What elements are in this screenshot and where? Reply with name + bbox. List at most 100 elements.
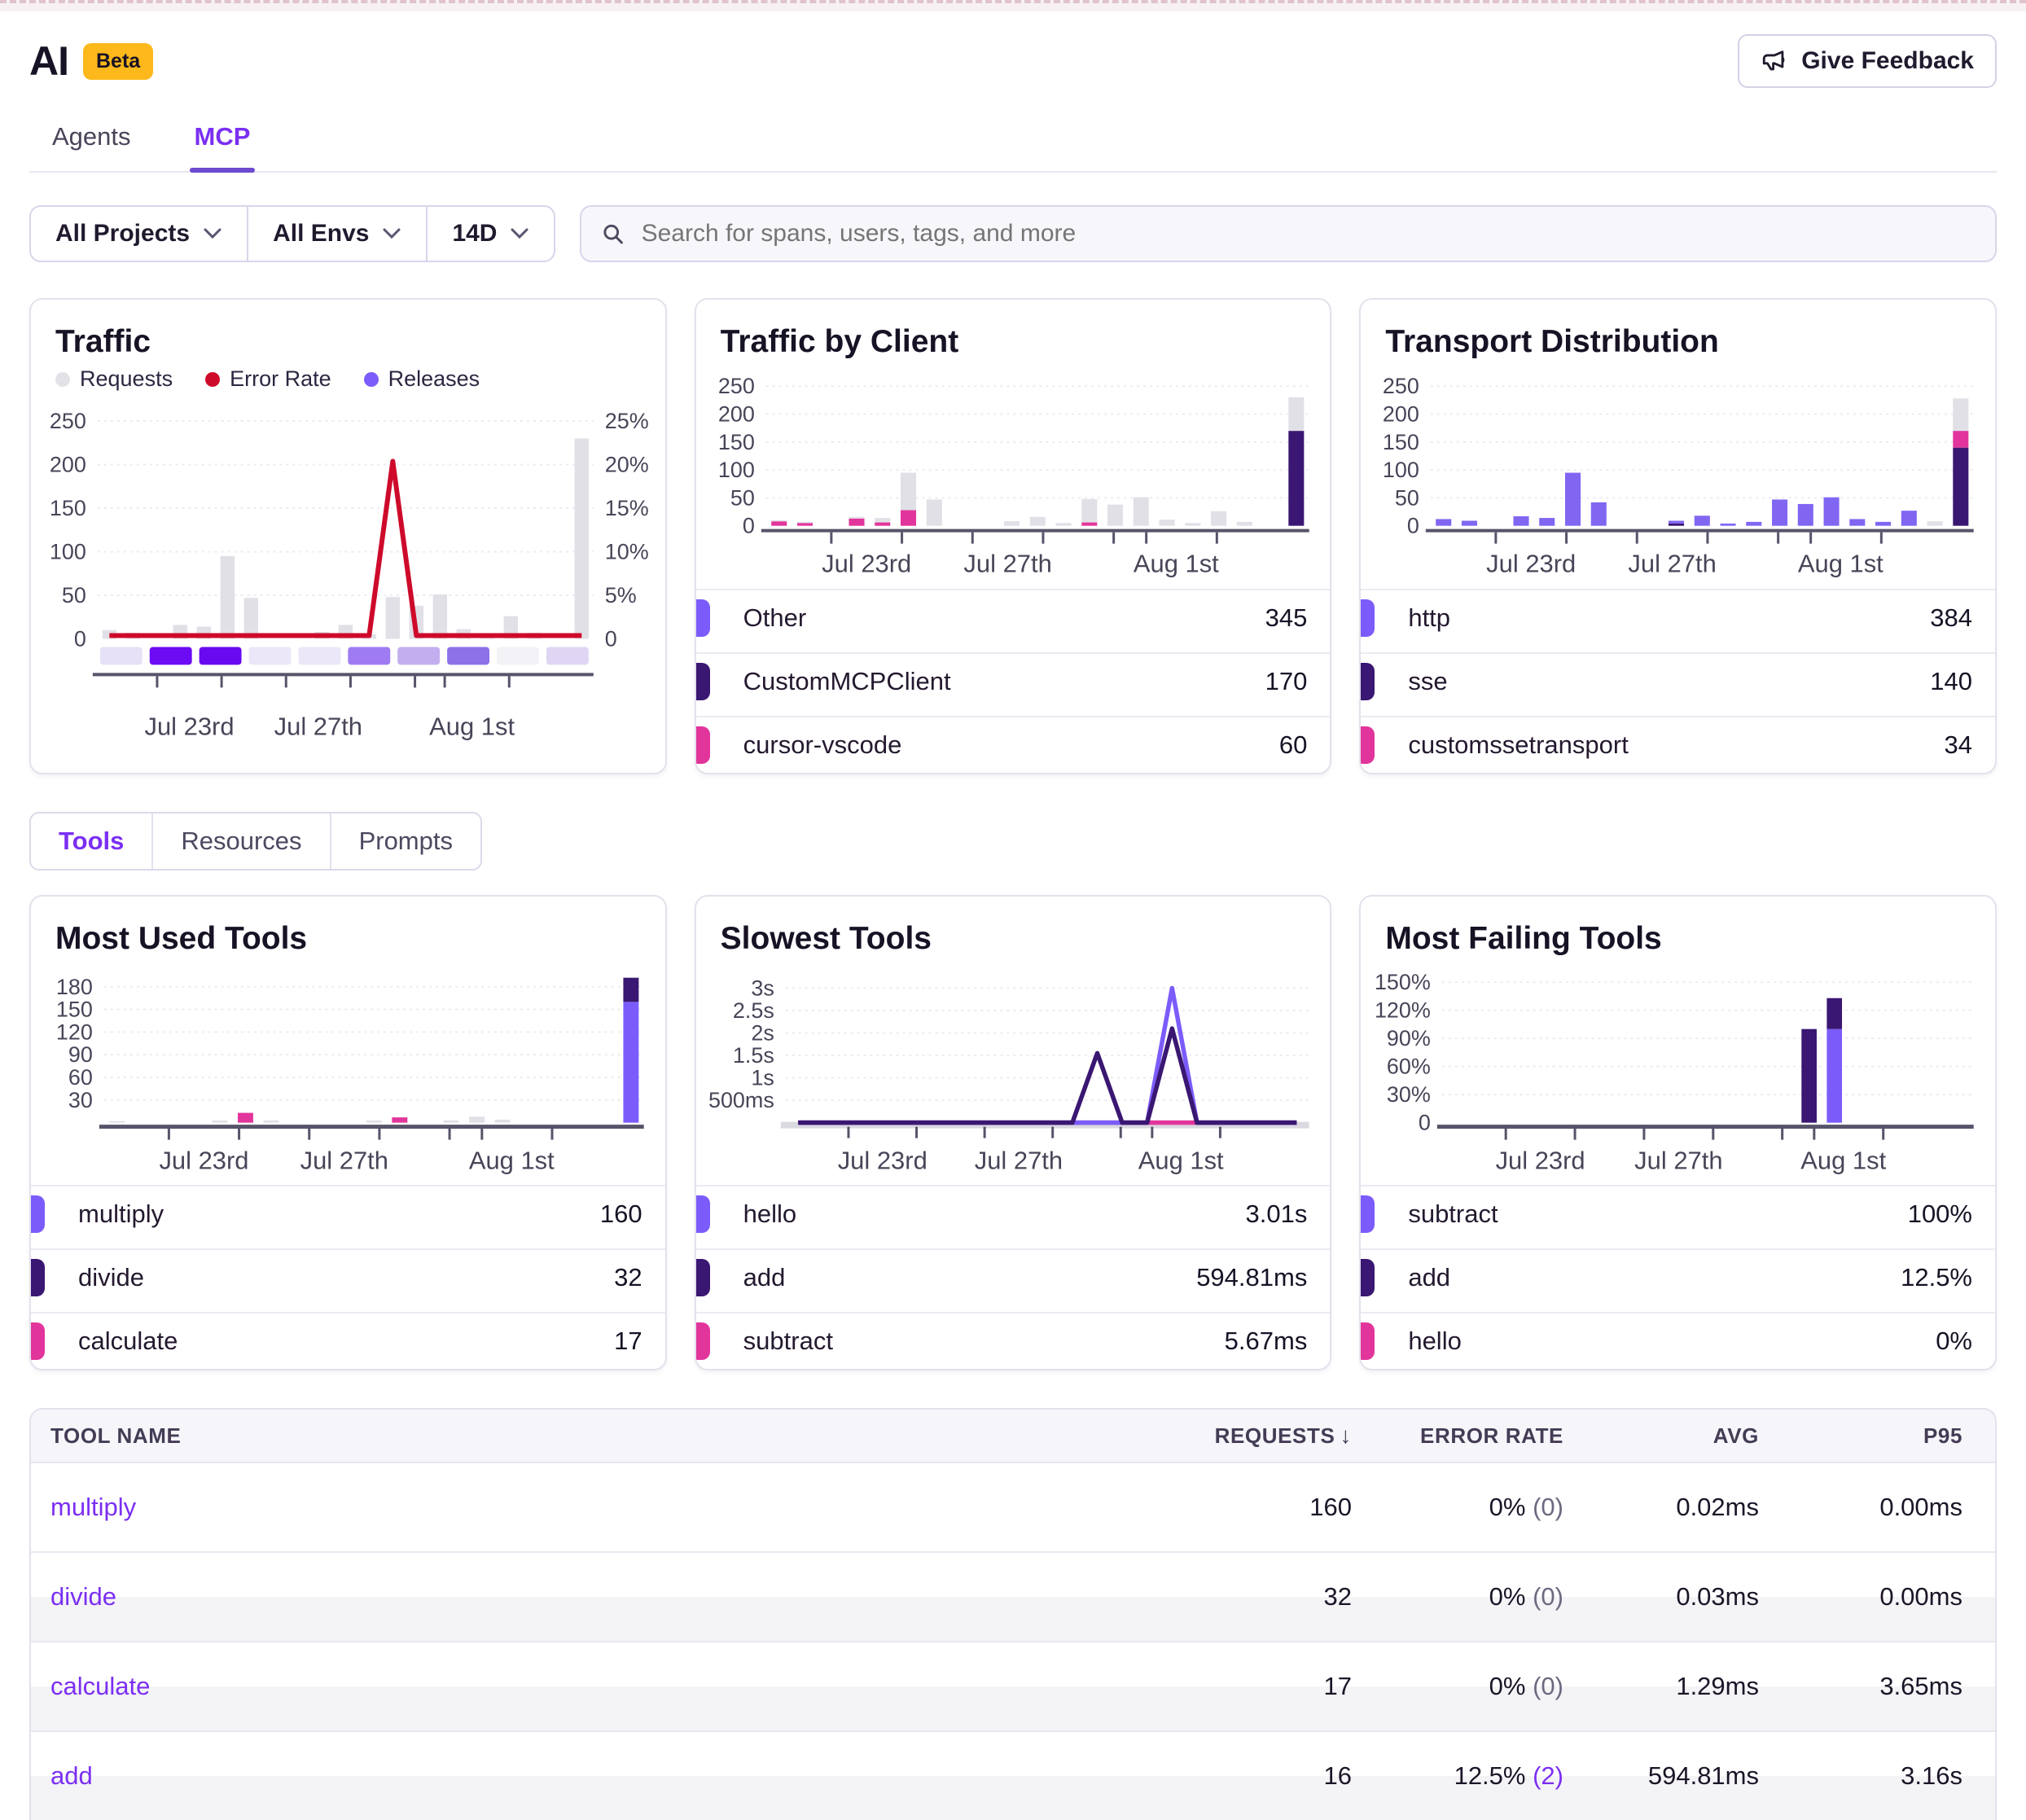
svg-text:5%: 5% (605, 583, 637, 607)
legend-row[interactable]: divide 32 (31, 1248, 665, 1305)
traffic-by-client-legend-list: Other 345 CustomMCPClient 170 cursor-vsc… (696, 589, 1331, 773)
legend-swatch (696, 726, 710, 764)
svg-text:Jul 27th: Jul 27th (974, 1146, 1062, 1174)
tool-name-link[interactable]: divide (50, 1582, 863, 1612)
legend-value: 100% (1908, 1199, 1972, 1229)
col-requests[interactable]: REQUESTS↓ (863, 1423, 1352, 1449)
most-used-tools-legend-list: multiply 160 divide 32 calculate 17 (31, 1185, 665, 1369)
legend-row[interactable]: hello 0% (1361, 1312, 1995, 1369)
legend-row[interactable]: customssetransport 34 (1361, 716, 1995, 773)
legend-label: divide (78, 1263, 144, 1292)
slowest-tools-legend-list: hello 3.01s add 594.81ms subtract 5.67ms (696, 1185, 1331, 1369)
svg-text:1.5s: 1.5s (733, 1043, 774, 1068)
svg-text:60: 60 (68, 1065, 93, 1090)
legend-swatch (1361, 726, 1375, 764)
legend-label: multiply (78, 1199, 164, 1229)
tool-name-link[interactable]: add (50, 1761, 863, 1791)
svg-text:10%: 10% (605, 539, 649, 564)
error-rate-cell: 12.5% (2) (1352, 1761, 1563, 1791)
legend-row[interactable]: subtract 100% (1361, 1185, 1995, 1242)
tool-name-link[interactable]: multiply (50, 1493, 863, 1522)
svg-text:200: 200 (50, 452, 86, 476)
svg-text:60%: 60% (1387, 1054, 1431, 1078)
tools-table-body: multiply 160 0% (0) 0.02ms 0.00ms divide… (31, 1462, 1995, 1820)
legend-label: add (743, 1263, 786, 1292)
traffic-title: Traffic (55, 324, 641, 360)
legend-value: 17 (614, 1327, 642, 1356)
page-title: AI (29, 37, 68, 85)
env-filter-dropdown[interactable]: All Envs (247, 207, 426, 261)
legend-value: 12.5% (1901, 1263, 1972, 1292)
filter-group: All Projects All Envs 14D (29, 205, 555, 262)
transport-distribution-title: Transport Distribution (1385, 324, 1971, 360)
svg-text:200: 200 (718, 402, 755, 427)
beta-badge: Beta (83, 43, 153, 80)
svg-text:100: 100 (1383, 458, 1419, 482)
legend-value: 594.81ms (1196, 1263, 1307, 1292)
svg-text:Aug 1st: Aug 1st (469, 1146, 555, 1174)
most-failing-tools-title: Most Failing Tools (1385, 921, 1971, 957)
svg-text:0: 0 (743, 514, 755, 538)
svg-text:Jul 23rd: Jul 23rd (1496, 1146, 1585, 1174)
tool-name-link[interactable]: calculate (50, 1672, 863, 1701)
tab-prompts[interactable]: Prompts (330, 814, 480, 869)
chevron-down-icon (510, 227, 529, 240)
slowest-tools-chart: 500ms1s1.5s2s2.5s3sJul 23rdJul 27thAug 1… (696, 963, 1331, 1179)
avg-cell: 594.81ms (1563, 1761, 1759, 1791)
most-failing-tools-chart: 030%60%90%120%150%Jul 23rdJul 27thAug 1s… (1361, 963, 1995, 1179)
legend-row[interactable]: hello 3.01s (696, 1185, 1331, 1242)
legend-row[interactable]: Other 345 (696, 589, 1331, 646)
search-bar[interactable] (580, 205, 1997, 262)
legend-value: 0% (1936, 1327, 1972, 1356)
date-range-dropdown[interactable]: 14D (426, 207, 554, 261)
tab-tools[interactable]: Tools (31, 814, 151, 869)
give-feedback-button[interactable]: Give Feedback (1738, 34, 1997, 88)
legend-row[interactable]: CustomMCPClient 170 (696, 652, 1331, 709)
tab-resources[interactable]: Resources (151, 814, 329, 869)
svg-text:Jul 23rd: Jul 23rd (822, 550, 911, 578)
svg-text:150%: 150% (1375, 970, 1431, 994)
svg-text:25%: 25% (605, 409, 649, 433)
svg-text:30%: 30% (1387, 1082, 1431, 1107)
legend-value: 140 (1930, 667, 1972, 696)
traffic-by-client-chart: 050100150200250Jul 23rdJul 27thAug 1st (696, 366, 1331, 582)
legend-row[interactable]: calculate 17 (31, 1312, 665, 1369)
traffic-by-client-card: Traffic by Client 050100150200250Jul 23r… (695, 298, 1332, 774)
avg-cell: 0.02ms (1563, 1493, 1759, 1522)
traffic-legend: RequestsError RateReleases (55, 366, 641, 392)
col-p95: P95 (1759, 1423, 1962, 1449)
legend-label: cursor-vscode (743, 730, 902, 760)
legend-row[interactable]: cursor-vscode 60 (696, 716, 1331, 773)
legend-value: 5.67ms (1225, 1327, 1308, 1356)
legend-row[interactable]: sse 140 (1361, 652, 1995, 709)
requests-cell: 32 (863, 1582, 1352, 1612)
error-rate-cell: 0% (0) (1352, 1582, 1563, 1612)
svg-text:2s: 2s (751, 1020, 774, 1045)
megaphone-icon (1761, 47, 1788, 75)
most-failing-tools-card: Most Failing Tools 030%60%90%120%150%Jul… (1359, 895, 1997, 1371)
tab-mcp[interactable]: MCP (190, 112, 256, 171)
legend-row[interactable]: add 12.5% (1361, 1248, 1995, 1305)
svg-text:0: 0 (1407, 514, 1419, 538)
search-input[interactable] (640, 219, 1976, 248)
legend-row[interactable]: add 594.81ms (696, 1248, 1331, 1305)
most-used-tools-card: Most Used Tools 306090120150180Jul 23rdJ… (29, 895, 667, 1371)
legend-dot (55, 372, 70, 387)
legend-row[interactable]: multiply 160 (31, 1185, 665, 1242)
svg-text:2.5s: 2.5s (733, 998, 774, 1023)
legend-row[interactable]: subtract 5.67ms (696, 1312, 1331, 1369)
svg-text:Aug 1st: Aug 1st (429, 712, 515, 740)
tab-agents[interactable]: Agents (47, 112, 136, 171)
legend-label: customssetransport (1408, 730, 1629, 760)
tool-charts-row: Most Used Tools 306090120150180Jul 23rdJ… (29, 895, 1997, 1371)
date-range-label: 14D (452, 220, 497, 248)
project-filter-dropdown[interactable]: All Projects (31, 207, 247, 261)
legend-row[interactable]: http 384 (1361, 589, 1995, 646)
svg-text:150: 150 (56, 997, 93, 1021)
svg-text:Aug 1st: Aug 1st (1134, 550, 1219, 578)
svg-text:100: 100 (718, 458, 755, 482)
traffic-chart: 05010015020025005%10%15%20%25%Jul 23rdJu… (31, 395, 665, 744)
table-row: calculate 17 0% (0) 1.29ms 3.65ms (31, 1641, 1995, 1730)
svg-text:Jul 23rd: Jul 23rd (837, 1146, 927, 1174)
svg-text:0: 0 (605, 626, 617, 651)
